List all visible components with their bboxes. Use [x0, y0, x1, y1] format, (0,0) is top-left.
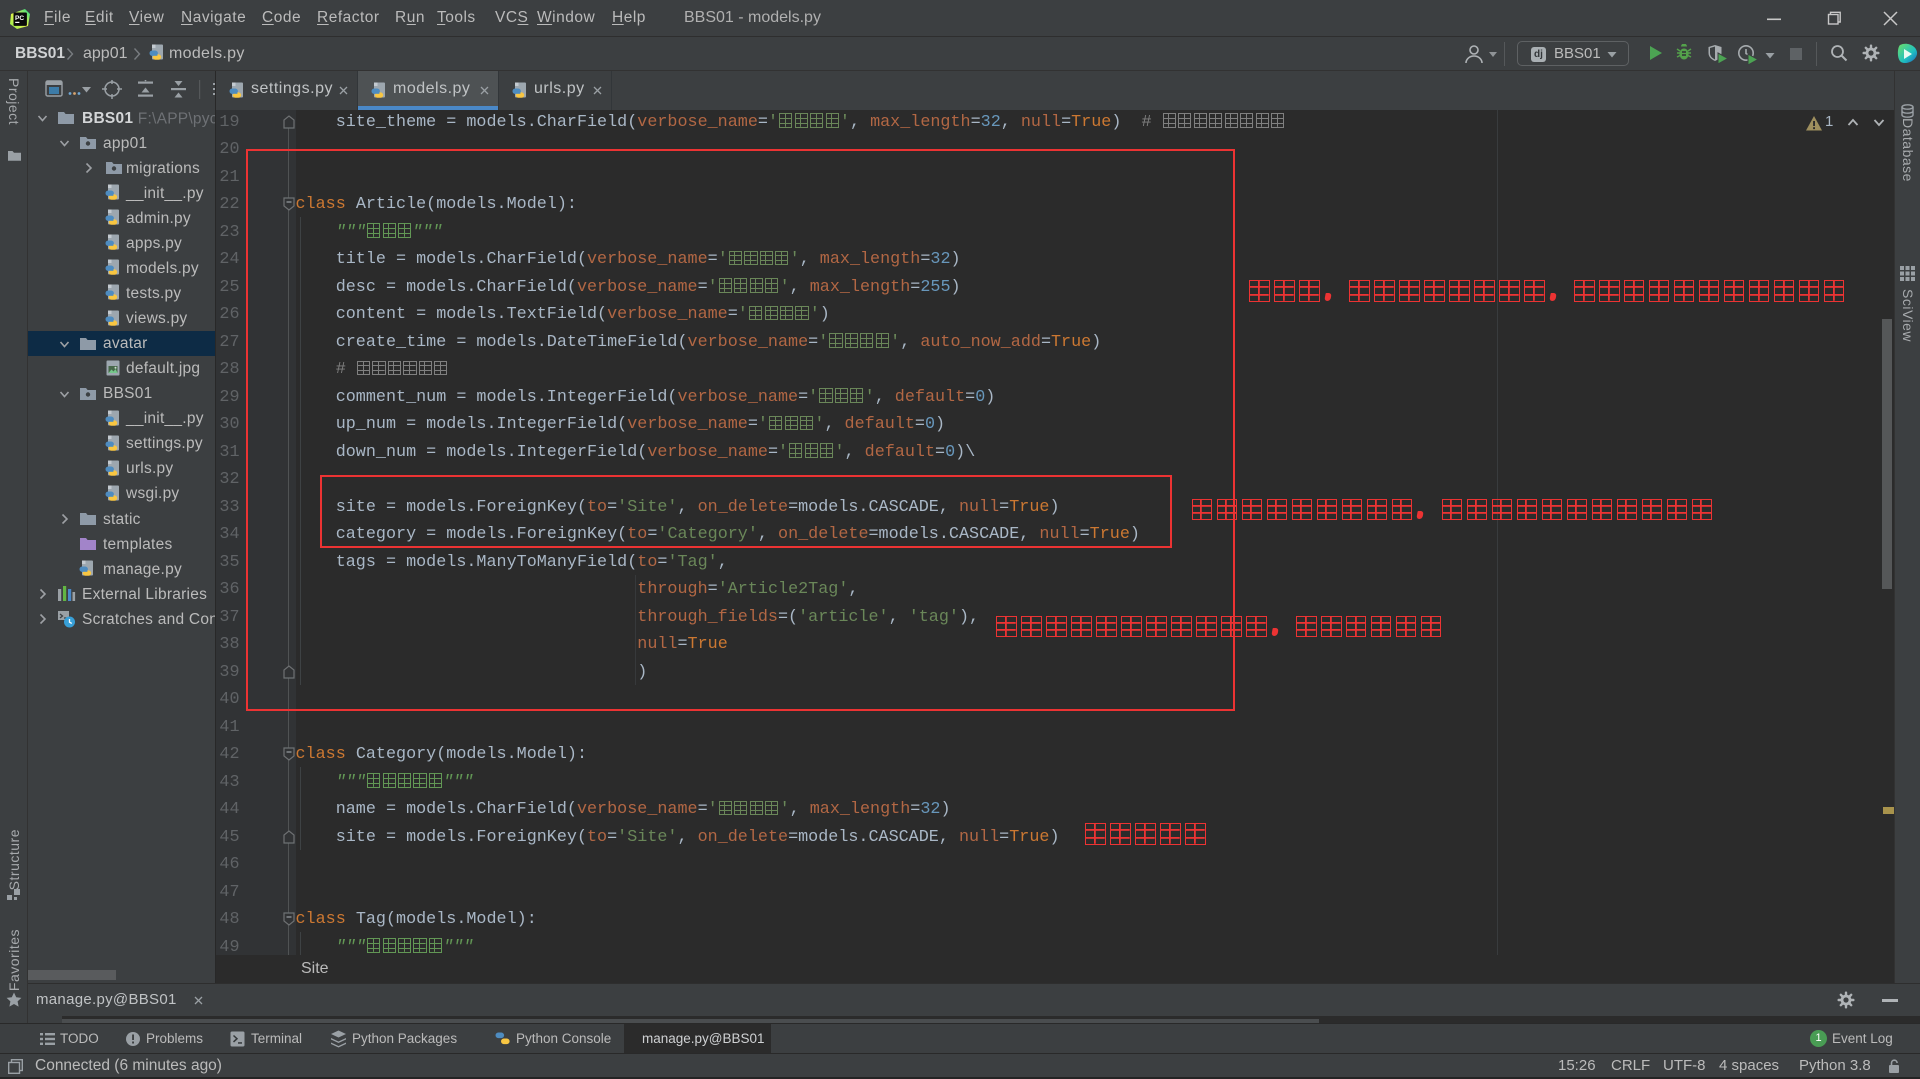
svg-text:PC: PC: [15, 15, 24, 22]
